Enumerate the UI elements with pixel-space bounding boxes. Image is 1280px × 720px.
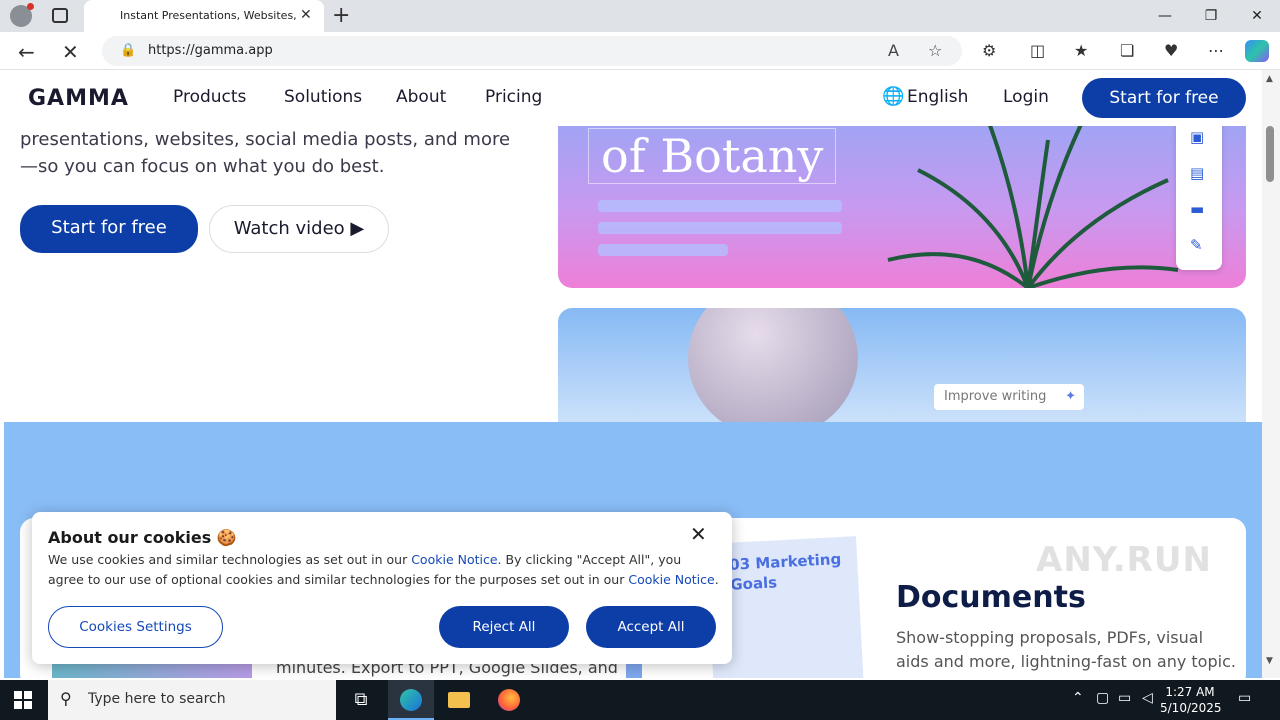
task-view-icon[interactable]: ⧉ <box>338 680 384 720</box>
documents-heading: Documents <box>896 580 1086 615</box>
windows-start-icon[interactable] <box>14 691 32 709</box>
editor-side-toolbar: ▣ ▤ ▬ ✎ <box>1176 118 1222 270</box>
taskbar: ⚲ Type here to search ⧉ ⌃ ▢ ▭ ◁ 1:27 AM … <box>0 680 1280 720</box>
browser-tab[interactable]: Instant Presentations, Websites, a ✕ <box>84 0 324 32</box>
nav-products[interactable]: Products <box>173 87 246 107</box>
botany-title: of Botany <box>588 128 837 184</box>
tab-actions-icon[interactable] <box>52 8 68 23</box>
document-thumbnail-title: 03 Marketing Goals <box>728 549 842 594</box>
cloud-card: Improve writing ✦ <box>558 308 1246 428</box>
stop-loading-icon[interactable]: ✕ <box>62 40 79 64</box>
sparkle-icon: ✦ <box>1065 389 1076 404</box>
volume-icon[interactable]: ◁ <box>1142 690 1153 706</box>
language-selector[interactable]: English <box>907 87 968 107</box>
edge-taskbar-icon[interactable] <box>388 680 434 720</box>
nav-solutions[interactable]: Solutions <box>284 87 362 107</box>
clock-time: 1:27 AM <box>1165 685 1215 699</box>
minimize-icon[interactable]: — <box>1150 4 1180 28</box>
documents-description: Show-stopping proposals, PDFs, visual ai… <box>896 628 1236 671</box>
cloud-illustration <box>688 308 858 428</box>
placeholder-line <box>598 244 728 256</box>
globe-icon[interactable]: 🌐 <box>882 86 904 107</box>
close-icon[interactable]: ✕ <box>690 522 707 546</box>
botany-card: of Botany <box>558 110 1246 288</box>
nav-pricing[interactable]: Pricing <box>485 87 542 107</box>
edit-icon[interactable]: ✎ <box>1190 236 1203 254</box>
improve-writing-pill[interactable]: Improve writing ✦ <box>934 384 1084 410</box>
restore-icon[interactable]: ❐ <box>1196 4 1226 28</box>
back-icon[interactable]: ← <box>18 40 35 64</box>
close-icon[interactable]: ✕ <box>300 7 312 23</box>
browser-essentials-icon[interactable]: ♥ <box>1164 41 1178 60</box>
watch-video-button[interactable]: Watch video ▶ <box>209 205 389 253</box>
site-header: GAMMA Products Solutions About Pricing 🌐… <box>4 70 1262 126</box>
read-aloud-icon[interactable]: A <box>888 41 899 60</box>
page-scrollbar[interactable]: ▲ ▼ <box>1262 70 1280 678</box>
favorites-icon[interactable]: ★ <box>1074 41 1088 60</box>
more-menu-icon[interactable]: ⋯ <box>1208 41 1224 60</box>
hero-text: presentations, websites, social media po… <box>20 129 511 177</box>
cookie-consent-dialog: About our cookies 🍪 ✕ We use cookies and… <box>32 512 732 664</box>
cookie-title: About our cookies 🍪 <box>48 528 237 547</box>
cookie-text-part: We use cookies and similar technologies … <box>48 552 412 567</box>
taskbar-search-placeholder: Type here to search <box>88 691 226 707</box>
improve-writing-label: Improve writing <box>944 389 1047 404</box>
network-icon[interactable]: ▭ <box>1118 690 1131 706</box>
card-icon[interactable]: ▬ <box>1190 200 1204 218</box>
cookies-settings-button[interactable]: Cookies Settings <box>48 606 223 648</box>
firefox-icon[interactable] <box>486 680 532 720</box>
split-screen-icon[interactable]: ◫ <box>1030 41 1045 60</box>
device-icon[interactable]: ▢ <box>1096 690 1109 706</box>
address-toolbar: ← ✕ 🔒 https://gamma.app A ☆ ⚙ ◫ ★ ❏ ♥ ⋯ <box>0 32 1280 70</box>
new-tab-icon[interactable]: + <box>332 3 350 28</box>
lock-icon[interactable]: 🔒 <box>120 43 136 58</box>
tray-chevron-icon[interactable]: ⌃ <box>1072 690 1084 706</box>
taskbar-search[interactable]: ⚲ Type here to search <box>48 680 336 720</box>
notifications-icon[interactable]: ▭ <box>1238 690 1251 706</box>
scroll-down-icon[interactable]: ▼ <box>1266 656 1273 666</box>
system-clock[interactable]: 1:27 AM 5/10/2025 <box>1160 684 1222 716</box>
cookie-notice-link[interactable]: Cookie Notice <box>411 552 497 567</box>
clock-date: 5/10/2025 <box>1160 701 1222 715</box>
gamma-logo[interactable]: GAMMA <box>28 86 129 111</box>
video-icon[interactable]: ▤ <box>1190 164 1204 182</box>
scroll-thumb[interactable] <box>1266 126 1274 182</box>
file-explorer-icon[interactable] <box>436 680 482 720</box>
placeholder-line <box>598 222 842 234</box>
window-close-icon[interactable]: ✕ <box>1242 4 1272 28</box>
login-link[interactable]: Login <box>1003 87 1049 107</box>
placeholder-line <box>598 200 842 212</box>
nav-about[interactable]: About <box>396 87 446 107</box>
search-icon: ⚲ <box>60 689 72 708</box>
accept-all-button[interactable]: Accept All <box>586 606 716 648</box>
plant-illustration <box>887 110 1178 288</box>
cookie-notice-link[interactable]: Cookie Notice <box>628 572 714 587</box>
watermark-logo: ANY.RUN <box>1036 540 1212 580</box>
url-text[interactable]: https://gamma.app <box>148 43 273 58</box>
cookie-text: We use cookies and similar technologies … <box>48 550 720 590</box>
profile-icon[interactable] <box>10 3 34 27</box>
image-icon[interactable]: ▣ <box>1190 128 1204 146</box>
hero-start-free-button[interactable]: Start for free <box>20 205 198 253</box>
address-bar[interactable]: 🔒 https://gamma.app A ☆ <box>102 36 962 66</box>
tab-title: Instant Presentations, Websites, a <box>120 9 296 22</box>
collections-icon[interactable]: ❏ <box>1120 41 1134 60</box>
reject-all-button[interactable]: Reject All <box>439 606 569 648</box>
cookie-text-part: . <box>714 572 719 587</box>
browser-tabbar: Instant Presentations, Websites, a ✕ + —… <box>0 0 1280 32</box>
copilot-icon[interactable] <box>1245 40 1269 62</box>
extensions-icon[interactable]: ⚙ <box>982 41 996 60</box>
scroll-up-icon[interactable]: ▲ <box>1266 74 1273 84</box>
favorite-star-icon[interactable]: ☆ <box>928 41 942 60</box>
header-start-free-button[interactable]: Start for free <box>1082 78 1246 118</box>
